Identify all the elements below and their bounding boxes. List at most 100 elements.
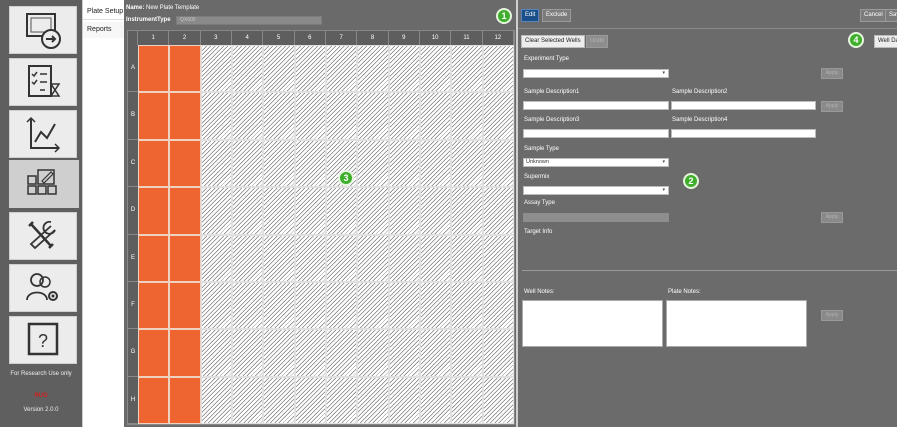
well-cell[interactable] [420,139,452,188]
well-cell[interactable] [326,281,358,330]
well-cell[interactable] [357,281,389,330]
column-header[interactable]: 7 [326,31,358,45]
sample-description3-input[interactable] [523,129,669,138]
column-header[interactable]: 4 [232,31,264,45]
well-cell[interactable] [200,139,232,188]
well-cell[interactable] [294,234,326,282]
well-cell[interactable] [294,45,326,93]
well-cell[interactable] [357,329,389,377]
row-header[interactable]: B [128,92,138,140]
row-header[interactable]: A [128,45,138,93]
well-cell[interactable] [294,139,326,188]
well-cell[interactable] [326,92,358,140]
well-cell[interactable] [263,234,295,282]
well-cell[interactable] [169,45,201,93]
column-header[interactable]: 2 [169,31,201,45]
well-cell[interactable] [357,376,389,424]
well-cell[interactable] [138,281,170,330]
row-header[interactable]: C [128,139,138,188]
well-cell[interactable] [138,187,170,235]
well-cell[interactable] [294,187,326,235]
well-data-button[interactable]: Well Data [874,35,897,48]
well-cell[interactable] [388,376,420,424]
well-cell[interactable] [263,187,295,235]
well-cell[interactable] [451,329,483,377]
well-cell[interactable] [263,376,295,424]
well-cell[interactable] [388,329,420,377]
column-header[interactable]: 9 [388,31,420,45]
sidebar-run-button[interactable] [9,58,77,106]
row-header[interactable]: E [128,234,138,282]
save-button[interactable]: Save [885,9,897,22]
well-cell[interactable] [482,92,514,140]
well-cell[interactable] [232,139,264,188]
well-cell[interactable] [169,139,201,188]
well-cell[interactable] [263,139,295,188]
well-cell[interactable] [451,376,483,424]
well-cell[interactable] [482,234,514,282]
well-cell[interactable] [420,234,452,282]
well-cell[interactable] [326,234,358,282]
apply-sample-description-button[interactable]: Apply [821,101,843,112]
well-cell[interactable] [232,45,264,93]
row-header[interactable]: D [128,187,138,235]
well-cell[interactable] [138,45,170,93]
grid-corner[interactable] [128,31,138,45]
well-cell[interactable] [232,376,264,424]
well-cell[interactable] [420,92,452,140]
well-cell[interactable] [232,281,264,330]
well-cell[interactable] [200,329,232,377]
well-cell[interactable] [326,187,358,235]
well-notes-textarea[interactable] [522,300,663,347]
well-cell[interactable] [420,187,452,235]
well-cell[interactable] [200,92,232,140]
well-cell[interactable] [263,45,295,93]
sidebar-users-button[interactable] [9,264,77,312]
sidebar-tools-button[interactable] [9,212,77,260]
well-cell[interactable] [232,187,264,235]
well-cell[interactable] [357,234,389,282]
well-cell[interactable] [451,234,483,282]
well-cell[interactable] [388,92,420,140]
well-cell[interactable] [482,329,514,377]
well-cell[interactable] [294,281,326,330]
column-header[interactable]: 5 [263,31,295,45]
well-cell[interactable] [200,281,232,330]
well-cell[interactable] [169,329,201,377]
well-cell[interactable] [420,329,452,377]
column-header[interactable]: 10 [420,31,452,45]
well-cell[interactable] [482,187,514,235]
well-cell[interactable] [169,376,201,424]
well-cell[interactable] [357,187,389,235]
well-cell[interactable] [326,45,358,93]
row-header[interactable]: H [128,376,138,424]
well-cell[interactable] [451,92,483,140]
well-cell[interactable] [169,281,201,330]
sample-type-select[interactable]: Unknown ▾ [523,158,669,167]
well-cell[interactable] [388,45,420,93]
plate-notes-textarea[interactable] [666,300,807,347]
well-cell[interactable] [357,92,389,140]
column-header[interactable]: 1 [138,31,170,45]
sample-description4-input[interactable] [671,129,816,138]
well-cell[interactable] [482,376,514,424]
well-cell[interactable] [138,234,170,282]
well-cell[interactable] [357,139,389,188]
well-cell[interactable] [138,376,170,424]
apply-notes-button[interactable]: Apply [821,310,843,321]
well-cell[interactable] [138,92,170,140]
well-cell[interactable] [451,187,483,235]
well-cell[interactable] [169,234,201,282]
well-cell[interactable] [482,45,514,93]
column-header[interactable]: 11 [451,31,483,45]
well-cell[interactable] [420,281,452,330]
tab-plate-setup[interactable]: Plate Setup [83,4,125,20]
well-cell[interactable] [388,139,420,188]
column-header[interactable]: 6 [294,31,326,45]
sidebar-open-file-button[interactable] [9,6,77,54]
well-cell[interactable] [169,187,201,235]
well-cell[interactable] [200,234,232,282]
row-header[interactable]: F [128,281,138,330]
instrument-type-input[interactable]: QX600 [176,16,322,25]
well-cell[interactable] [263,329,295,377]
